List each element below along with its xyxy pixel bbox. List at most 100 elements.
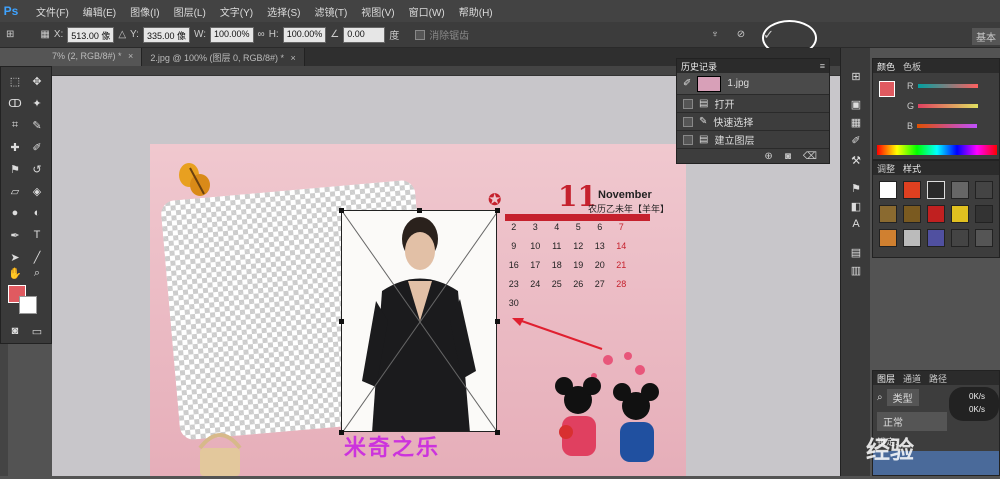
width-field[interactable]: 100.00% — [210, 26, 254, 43]
tab-layers[interactable]: 图层 — [877, 372, 895, 385]
eraser-tool-icon[interactable]: ▱ — [7, 183, 23, 199]
new-document-icon[interactable]: ⊕ — [764, 151, 772, 162]
swatch-panel-icon[interactable]: ▦ — [848, 114, 864, 130]
trash-icon[interactable]: ⌫ — [803, 151, 817, 162]
brush-tool-icon[interactable]: ✐ — [29, 139, 45, 155]
move-tool-icon[interactable]: ✥ — [29, 73, 45, 89]
history-snapshot[interactable]: ✐ 1.jpg — [677, 73, 829, 95]
pen-tool-icon[interactable]: ✒ — [7, 227, 23, 243]
tab-document-2[interactable]: 2.jpg @ 100% (图层 0, RGB/8#) * × — [142, 48, 305, 66]
menu-image[interactable]: 图像(I) — [130, 4, 159, 19]
marquee-tool-icon[interactable]: ⬚ — [7, 73, 23, 89]
style-swatch[interactable] — [927, 205, 945, 223]
menu-file[interactable]: 文件(F) — [36, 4, 69, 19]
hand-tool-icon[interactable]: ✋ — [7, 265, 23, 281]
quick-mask-icon[interactable]: ◙ — [7, 323, 23, 339]
transform-handle-top-left[interactable] — [339, 208, 344, 213]
healing-brush-icon[interactable]: ✚ — [7, 139, 23, 155]
menu-help[interactable]: 帮助(H) — [459, 4, 493, 19]
menu-view[interactable]: 视图(V) — [361, 4, 394, 19]
background-color-swatch[interactable] — [19, 296, 37, 314]
zoom-tool-icon[interactable]: ⌕ — [29, 265, 45, 281]
angle-field[interactable]: 0.00 — [343, 26, 386, 43]
history-brush-source-icon[interactable]: ✐ — [683, 78, 691, 89]
style-swatch[interactable] — [879, 181, 897, 199]
y-position-field[interactable]: 335.00 像 — [142, 26, 190, 43]
blur-tool-icon[interactable]: ● — [7, 205, 23, 221]
style-swatch[interactable] — [903, 205, 921, 223]
panel-menu-icon[interactable]: ≡ — [820, 61, 825, 71]
transformed-photo-layer[interactable] — [341, 210, 497, 432]
paint-bucket-icon[interactable]: ◈ — [29, 183, 45, 199]
red-slider-track[interactable] — [917, 84, 978, 88]
type-tool-icon[interactable]: T — [29, 227, 45, 243]
antialias-checkbox[interactable] — [415, 29, 426, 40]
layer-filter-select[interactable]: 类型 — [886, 389, 919, 406]
cancel-transform-icon[interactable]: ⊘ — [737, 29, 745, 40]
blue-slider[interactable]: B — [907, 121, 978, 131]
tab-paths[interactable]: 路径 — [929, 372, 947, 385]
green-slider-track[interactable] — [918, 104, 979, 108]
crop-tool-icon[interactable]: ⌗ — [7, 117, 23, 133]
tab-channels[interactable]: 通道 — [903, 372, 921, 385]
tab-document-1[interactable]: 7% (2, RGB/8#) * × — [0, 48, 143, 66]
menu-type[interactable]: 文字(Y) — [220, 4, 253, 19]
close-icon[interactable]: × — [291, 53, 296, 63]
layer-comps-icon[interactable]: ◧ — [848, 198, 864, 214]
workspace-switcher[interactable]: 基本 — [972, 28, 1000, 45]
color-spectrum-bar[interactable] — [877, 145, 997, 155]
actions-panel-icon[interactable]: ▣ — [848, 96, 864, 112]
style-swatch[interactable] — [927, 181, 945, 199]
clone-stamp-icon[interactable]: ⚑ — [7, 161, 23, 177]
link-icon[interactable]: ∞ — [258, 29, 265, 40]
brush-panel-icon[interactable]: ✐ — [848, 132, 864, 148]
camera-icon[interactable]: ◙ — [785, 151, 791, 162]
style-swatch[interactable] — [951, 181, 969, 199]
transform-tool-icon[interactable]: ⊞ — [6, 29, 14, 40]
history-item[interactable]: ▤ 打开 — [677, 95, 829, 113]
history-panel-icon[interactable]: ⊞ — [848, 68, 864, 84]
transform-handle-middle-left[interactable] — [339, 319, 344, 324]
history-brush-icon[interactable]: ↺ — [29, 161, 45, 177]
screen-mode-icon[interactable]: ▭ — [29, 323, 45, 339]
history-item[interactable]: ▤ 建立图层 — [677, 131, 829, 149]
history-item[interactable]: ✎ 快速选择 — [677, 113, 829, 131]
red-slider[interactable]: R — [907, 81, 978, 91]
menu-edit[interactable]: 编辑(E) — [83, 4, 116, 19]
menu-select[interactable]: 选择(S) — [267, 4, 300, 19]
style-swatch[interactable] — [951, 229, 969, 247]
notes-icon[interactable]: ▥ — [848, 262, 864, 278]
character-panel-icon[interactable]: A — [848, 216, 864, 232]
history-source-checkbox[interactable] — [683, 134, 693, 145]
tab-history[interactable]: 历史记录 — [681, 60, 717, 73]
style-swatch[interactable] — [975, 229, 993, 247]
color-foreground-swatch[interactable] — [879, 81, 895, 97]
transform-handle-bottom-right[interactable] — [495, 430, 500, 435]
path-selection-icon[interactable]: ➤ — [7, 249, 23, 265]
properties-icon[interactable]: ▤ — [848, 244, 864, 260]
style-swatch[interactable] — [927, 229, 945, 247]
height-field[interactable]: 100.00% — [282, 26, 327, 43]
transform-handle-top-middle[interactable] — [417, 208, 422, 213]
style-swatch[interactable] — [879, 229, 897, 247]
blue-slider-track[interactable] — [917, 124, 978, 128]
tab-adjustments[interactable]: 调整 — [877, 162, 895, 175]
style-swatch[interactable] — [951, 205, 969, 223]
tool-presets-icon[interactable]: ⚒ — [848, 152, 864, 168]
dodge-tool-icon[interactable]: ◐ — [29, 205, 45, 221]
lasso-tool-icon[interactable]: ↀ — [7, 95, 23, 111]
style-swatch[interactable] — [975, 205, 993, 223]
green-slider[interactable]: G — [907, 101, 979, 111]
style-swatch[interactable] — [975, 181, 993, 199]
adjustments-icon[interactable]: ⚑ — [848, 180, 864, 196]
close-icon[interactable]: × — [128, 51, 133, 61]
x-position-field[interactable]: 513.00 像 — [67, 26, 115, 43]
history-source-checkbox[interactable] — [683, 116, 693, 127]
blend-mode-select[interactable]: 正常 — [877, 412, 947, 431]
tab-color[interactable]: 颜色 — [877, 60, 895, 73]
style-swatch[interactable] — [903, 229, 921, 247]
line-tool-icon[interactable]: ╱ — [29, 249, 45, 265]
transform-handle-middle-right[interactable] — [495, 319, 500, 324]
style-swatch[interactable] — [879, 205, 897, 223]
style-swatch[interactable] — [903, 181, 921, 199]
